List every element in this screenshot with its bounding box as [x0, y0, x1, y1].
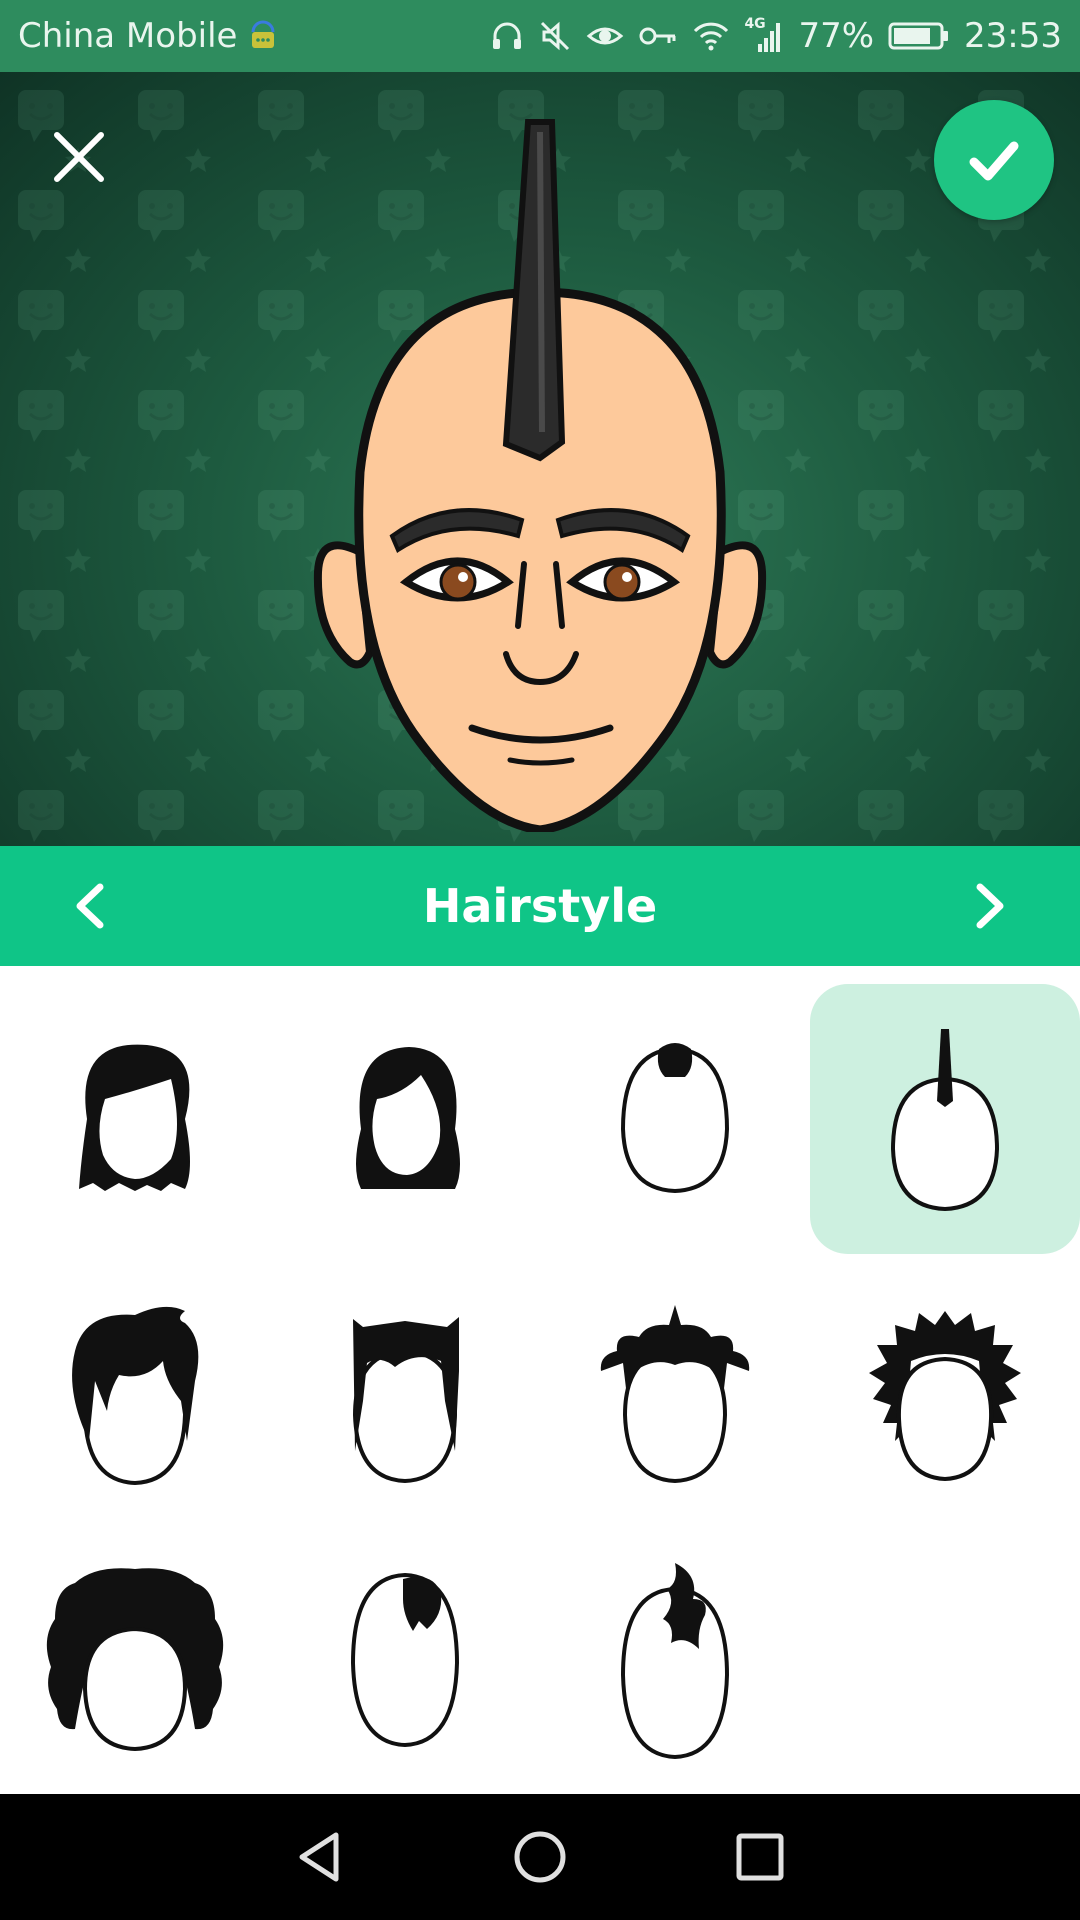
tuft-top-hair-icon [620, 1043, 730, 1194]
confirm-button[interactable] [934, 100, 1054, 220]
hairstyle-option[interactable] [540, 1524, 810, 1794]
network-type: 4G [744, 16, 766, 32]
side-flame-hair-icon [620, 1563, 730, 1759]
recents-icon [736, 1833, 784, 1881]
key-icon [638, 16, 678, 56]
hairstyle-option[interactable] [0, 984, 270, 1254]
next-category-button[interactable] [960, 876, 1020, 936]
hairstyle-option[interactable] [270, 1524, 540, 1794]
recents-button[interactable] [725, 1822, 795, 1892]
hairstyle-option[interactable] [270, 984, 540, 1254]
bob-hair-icon [356, 1047, 460, 1189]
spiky-buns-hair-icon [600, 1305, 750, 1484]
previous-category-button[interactable] [60, 876, 120, 936]
close-button[interactable] [44, 122, 114, 192]
clock: 23:53 [964, 16, 1062, 56]
afro-curly-hair-icon [46, 1568, 224, 1752]
close-icon [54, 132, 104, 182]
hairstyle-grid [0, 966, 1080, 1794]
hairstyle-option[interactable] [810, 1256, 1080, 1526]
status-bar: China Mobile 4G 77% 23:53 [0, 0, 1080, 72]
hairstyle-option[interactable] [270, 1256, 540, 1526]
mute-icon [538, 16, 572, 56]
wifi-icon [692, 16, 730, 56]
headphones-icon [490, 16, 524, 56]
battery-icon [888, 16, 950, 56]
back-button[interactable] [285, 1822, 355, 1892]
bowl-flipped-hair-icon [352, 1317, 459, 1484]
spiky-all-around-hair-icon [869, 1311, 1021, 1482]
category-title: Hairstyle [422, 879, 658, 933]
mohawk-spike-hair-icon [890, 1029, 1000, 1212]
home-icon [514, 1831, 566, 1883]
long-side-part-hair-icon [79, 1044, 190, 1191]
sim-chat-icon [247, 16, 279, 56]
messy-layered-hair-icon [72, 1306, 199, 1486]
battery-percent: 77% [798, 16, 875, 56]
hairstyle-option[interactable] [540, 1256, 810, 1526]
check-icon [969, 141, 1019, 181]
avatar-face [313, 119, 767, 832]
small-tuft-hair-icon [350, 1572, 460, 1748]
category-bar: Hairstyle [0, 846, 1080, 966]
hairstyle-option[interactable] [540, 984, 810, 1254]
system-navigation-bar [0, 1794, 1080, 1920]
chevron-left-icon [76, 883, 104, 929]
back-icon [299, 1832, 339, 1882]
home-button[interactable] [505, 1822, 575, 1892]
carrier-name: China Mobile [18, 16, 238, 56]
signal-icon: 4G [744, 16, 784, 56]
hairstyle-option[interactable] [0, 1256, 270, 1526]
hairstyle-option-selected[interactable] [810, 984, 1080, 1254]
chevron-right-icon [976, 883, 1004, 929]
avatar-preview [0, 72, 1080, 846]
eye-icon [586, 16, 624, 56]
hairstyle-option[interactable] [0, 1524, 270, 1794]
